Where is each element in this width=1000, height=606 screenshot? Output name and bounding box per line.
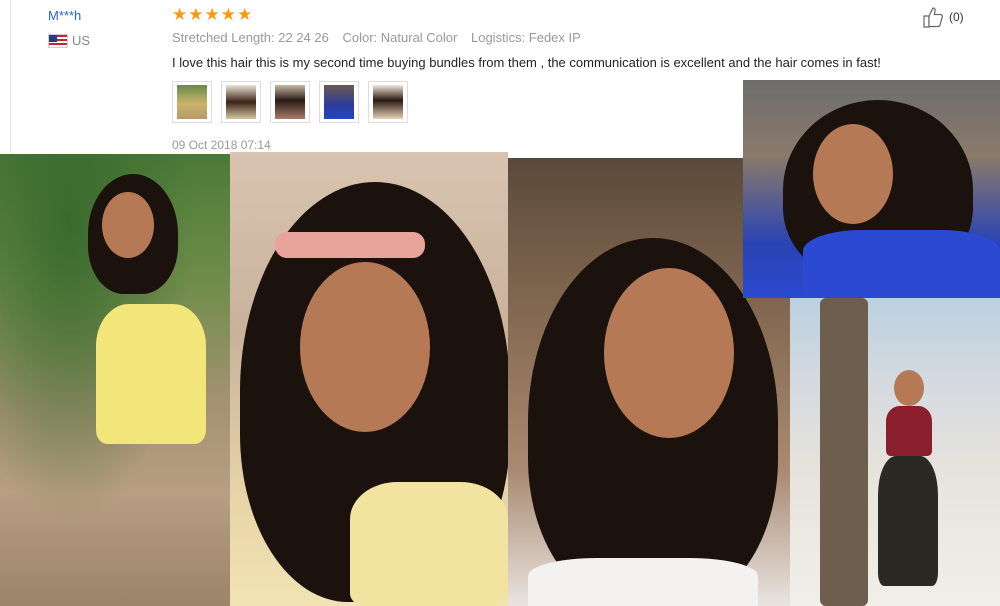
star-icon: ★ xyxy=(204,5,220,25)
attr-color: Color: Natural Color xyxy=(342,30,458,45)
us-flag-icon xyxy=(48,34,68,48)
review-thumbnail[interactable] xyxy=(368,81,408,123)
star-rating: ★ ★ ★ ★ ★ xyxy=(172,6,252,24)
divider xyxy=(10,0,11,160)
review-thumbnail[interactable] xyxy=(270,81,310,123)
review-photo-4[interactable] xyxy=(743,80,1000,298)
star-icon: ★ xyxy=(188,5,204,25)
order-attributes: Stretched Length: 22 24 26 Color: Natura… xyxy=(172,30,591,45)
attr-logistics: Logistics: Fedex IP xyxy=(470,30,581,45)
review-photo-5[interactable] xyxy=(790,298,1000,606)
review-thumbnail[interactable] xyxy=(221,81,261,123)
reviewer-name-link[interactable]: M***h xyxy=(48,8,81,23)
review-photo-1[interactable] xyxy=(0,154,230,606)
thumbs-up-icon xyxy=(923,7,943,28)
star-icon: ★ xyxy=(172,5,188,25)
helpful-button[interactable]: (0) xyxy=(922,6,964,28)
review-thumbnail[interactable] xyxy=(319,81,359,123)
review-thumbnails xyxy=(172,81,408,123)
review-text: I love this hair this is my second time … xyxy=(172,55,881,70)
reviewer-country: US xyxy=(72,33,91,48)
review-date: 09 Oct 2018 07:14 xyxy=(172,138,271,152)
attr-length: Stretched Length: 22 24 26 xyxy=(172,30,329,45)
helpful-count: (0) xyxy=(949,10,964,24)
star-icon: ★ xyxy=(220,5,236,25)
review-thumbnail[interactable] xyxy=(172,81,212,123)
review-photo-2[interactable] xyxy=(230,152,508,606)
star-icon: ★ xyxy=(237,5,253,25)
